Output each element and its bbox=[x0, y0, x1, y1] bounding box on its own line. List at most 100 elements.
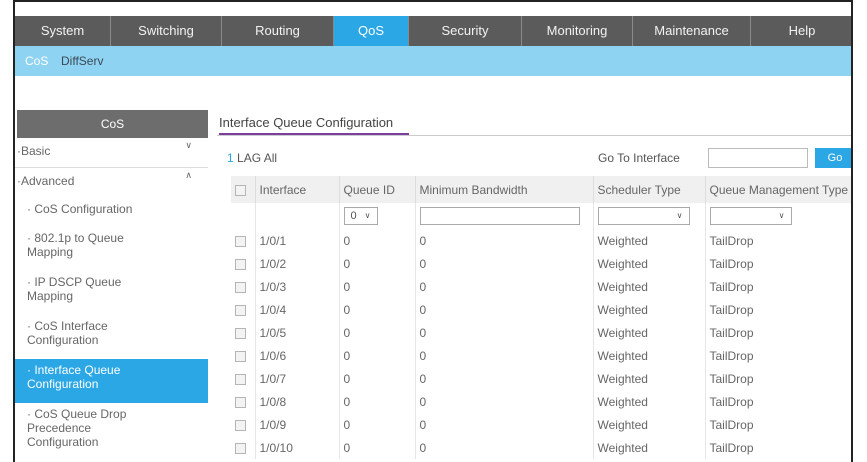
col-queue-id[interactable]: Queue ID bbox=[339, 176, 416, 203]
cell-interface: 1/0/7 bbox=[255, 367, 340, 390]
chevron-up-icon: ∧ bbox=[185, 170, 192, 180]
row-checkbox[interactable] bbox=[235, 350, 246, 362]
chevron-down-icon: ∨ bbox=[185, 140, 192, 150]
col-queue-management-type[interactable]: Queue Management Type bbox=[705, 176, 851, 203]
queue-management-select[interactable]: ∨ bbox=[709, 207, 792, 225]
sidebar-item-cos-configuration[interactable]: · CoS Configuration bbox=[15, 198, 208, 227]
row-checkbox[interactable] bbox=[235, 304, 246, 316]
cell-queue-id: 0 bbox=[339, 436, 416, 459]
cell-interface: 1/0/3 bbox=[255, 275, 340, 298]
cell-scheduler-type: Weighted bbox=[593, 275, 706, 298]
table-row[interactable]: 1/0/8 0 0 Weighted TailDrop bbox=[231, 390, 851, 413]
nav-qos[interactable]: QoS bbox=[334, 16, 409, 46]
cell-scheduler-type: Weighted bbox=[593, 229, 706, 252]
cell-min-bandwidth: 0 bbox=[415, 275, 594, 298]
row-checkbox-cell bbox=[231, 436, 256, 459]
col-interface[interactable]: Interface bbox=[255, 176, 340, 203]
cell-min-bandwidth: 0 bbox=[415, 390, 594, 413]
row-checkbox[interactable] bbox=[235, 281, 246, 293]
cell-queue-management-type: TailDrop bbox=[705, 275, 851, 298]
sidebar-header: CoS bbox=[17, 110, 208, 138]
cell-min-bandwidth: 0 bbox=[415, 321, 594, 344]
nav-routing[interactable]: Routing bbox=[222, 16, 334, 46]
cell-queue-id: 0 bbox=[339, 275, 416, 298]
cell-queue-id: 0 bbox=[339, 298, 416, 321]
sidebar-item-label: 802.1p to Queue Mapping bbox=[27, 231, 124, 259]
min-bandwidth-input[interactable] bbox=[419, 207, 580, 225]
cell-queue-management-type: TailDrop bbox=[705, 436, 851, 459]
cell-queue-management-type: TailDrop bbox=[705, 390, 851, 413]
cell-min-bandwidth: 0 bbox=[415, 436, 594, 459]
filter-scheduler: ∨ bbox=[593, 203, 706, 229]
nav-security[interactable]: Security bbox=[409, 16, 522, 46]
cell-scheduler-type: Weighted bbox=[593, 252, 706, 275]
cell-min-bandwidth: 0 bbox=[415, 413, 594, 436]
select-all-checkbox[interactable] bbox=[235, 184, 246, 196]
nav-help[interactable]: Help bbox=[751, 16, 851, 46]
col-scheduler-type[interactable]: Scheduler Type bbox=[593, 176, 706, 203]
cell-queue-management-type: TailDrop bbox=[705, 298, 851, 321]
filter-min-bandwidth bbox=[415, 203, 594, 229]
go-button[interactable]: Go bbox=[815, 148, 851, 168]
filter-queue-id: 0 ∨ bbox=[339, 203, 416, 229]
table-row[interactable]: 1/0/10 0 0 Weighted TailDrop bbox=[231, 436, 851, 459]
sidebar-item-basic[interactable]: ·Basic ∨ bbox=[15, 138, 208, 168]
row-checkbox[interactable] bbox=[235, 419, 246, 431]
filter-empty bbox=[255, 203, 340, 229]
cell-min-bandwidth: 0 bbox=[415, 252, 594, 275]
cell-interface: 1/0/5 bbox=[255, 321, 340, 344]
table-row[interactable]: 1/0/9 0 0 Weighted TailDrop bbox=[231, 413, 851, 436]
table-row[interactable]: 1/0/5 0 0 Weighted TailDrop bbox=[231, 321, 851, 344]
scheduler-type-select[interactable]: ∨ bbox=[597, 207, 690, 225]
cell-queue-id: 0 bbox=[339, 252, 416, 275]
queue-id-select[interactable]: 0 ∨ bbox=[343, 207, 378, 225]
sidebar-item-advanced[interactable]: ·Advanced ∧ bbox=[15, 168, 208, 198]
sidebar-item-interface-queue-configuration[interactable]: · Interface Queue Configuration bbox=[15, 359, 208, 403]
nav-maintenance[interactable]: Maintenance bbox=[633, 16, 751, 46]
select-all-header[interactable] bbox=[231, 176, 256, 203]
goto-interface-input[interactable] bbox=[708, 148, 808, 168]
cell-min-bandwidth: 0 bbox=[415, 298, 594, 321]
subnav-cos[interactable]: CoS bbox=[25, 54, 48, 68]
table-row[interactable]: 1/0/2 0 0 Weighted TailDrop bbox=[231, 252, 851, 275]
nav-system[interactable]: System bbox=[15, 16, 111, 46]
sidebar-item-cos-interface-configuration[interactable]: · CoS Interface Configuration bbox=[15, 315, 208, 359]
sidebar-item-ip-dscp-queue-mapping[interactable]: · IP DSCP Queue Mapping bbox=[15, 271, 208, 315]
sidebar-item-cos-queue-drop-precedence[interactable]: · CoS Queue Drop Precedence Configuratio… bbox=[15, 403, 208, 462]
divider bbox=[217, 135, 851, 136]
row-checkbox[interactable] bbox=[235, 442, 246, 454]
table-row[interactable]: 1/0/7 0 0 Weighted TailDrop bbox=[231, 367, 851, 390]
row-checkbox[interactable] bbox=[235, 327, 246, 339]
cell-scheduler-type: Weighted bbox=[593, 390, 706, 413]
cell-queue-management-type: TailDrop bbox=[705, 367, 851, 390]
row-checkbox[interactable] bbox=[235, 235, 246, 247]
table-row[interactable]: 1/0/3 0 0 Weighted TailDrop bbox=[231, 275, 851, 298]
table-row[interactable]: 1/0/4 0 0 Weighted TailDrop bbox=[231, 298, 851, 321]
sidebar-item-8021p-queue-mapping[interactable]: · 802.1p to Queue Mapping bbox=[15, 227, 208, 271]
top-nav: System Switching Routing QoS Security Mo… bbox=[15, 16, 851, 46]
row-checkbox-cell bbox=[231, 321, 256, 344]
row-checkbox-cell bbox=[231, 413, 256, 436]
cell-queue-id: 0 bbox=[339, 413, 416, 436]
sidebar-item-label: Basic bbox=[21, 144, 51, 158]
sidebar: CoS ·Basic ∨ ·Advanced ∧ · CoS Configura… bbox=[15, 110, 208, 462]
row-checkbox[interactable] bbox=[235, 396, 246, 408]
cell-interface: 1/0/8 bbox=[255, 390, 340, 413]
filter-row: 0 ∨ ∨ ∨ bbox=[231, 203, 851, 229]
table-row[interactable]: 1/0/1 0 0 Weighted TailDrop bbox=[231, 229, 851, 252]
subnav-diffserv[interactable]: DiffServ bbox=[61, 54, 103, 68]
cell-scheduler-type: Weighted bbox=[593, 298, 706, 321]
row-checkbox[interactable] bbox=[235, 258, 246, 270]
row-checkbox[interactable] bbox=[235, 373, 246, 385]
lag-filter[interactable]: 1 LAG All bbox=[227, 151, 277, 165]
nav-monitoring[interactable]: Monitoring bbox=[522, 16, 633, 46]
cell-interface: 1/0/10 bbox=[255, 436, 340, 459]
table-row[interactable]: 1/0/6 0 0 Weighted TailDrop bbox=[231, 344, 851, 367]
chevron-down-icon: ∨ bbox=[364, 211, 371, 220]
col-minimum-bandwidth[interactable]: Minimum Bandwidth bbox=[415, 176, 594, 203]
row-checkbox-cell bbox=[231, 229, 256, 252]
cell-queue-management-type: TailDrop bbox=[705, 229, 851, 252]
nav-switching[interactable]: Switching bbox=[111, 16, 222, 46]
tab-interface-queue-configuration[interactable]: Interface Queue Configuration bbox=[219, 110, 409, 135]
cell-queue-id: 0 bbox=[339, 229, 416, 252]
